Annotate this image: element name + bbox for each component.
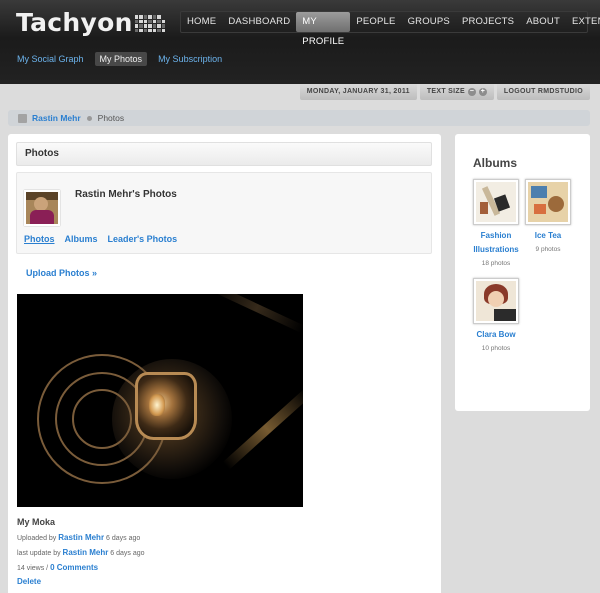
view-count: 14 views / xyxy=(17,565,49,572)
album-thumbnail[interactable] xyxy=(525,179,571,225)
album-photo-count: 9 photos xyxy=(535,246,561,253)
breadcrumb-current: Photos xyxy=(97,113,125,123)
logout-button[interactable]: LOGOUT RMDSTUDIO xyxy=(496,84,590,100)
photo-updated-meta: last update by Rastin Mehr 6 days ago xyxy=(17,548,145,557)
photo-title[interactable]: My Moka xyxy=(17,517,55,527)
uploaded-by-label: Uploaded by xyxy=(17,535,57,542)
tab-leaders-photos[interactable]: Leader's Photos xyxy=(108,234,178,244)
photo-tabs: Photos Albums Leader's Photos xyxy=(24,234,177,244)
profile-header: Rastin Mehr's Photos Photos Albums Leade… xyxy=(16,172,432,254)
brand-logo[interactable]: Tachyon xyxy=(16,8,166,37)
uploaded-when: 6 days ago xyxy=(106,535,141,542)
nav-groups[interactable]: GROUPS xyxy=(402,12,456,32)
date-display: MONDAY, JANUARY 31, 2011 xyxy=(299,84,417,100)
delete-button[interactable]: Delete xyxy=(17,577,41,586)
album-link[interactable]: Clara Bow xyxy=(470,328,522,342)
breadcrumb: Rastin Mehr Photos xyxy=(8,110,590,126)
album-photo-count: 10 photos xyxy=(481,345,511,352)
top-header: Tachyon HOME DASHBOARD MY PROFILE PEOPLE… xyxy=(0,0,600,84)
upload-photos-link[interactable]: Upload Photos » xyxy=(26,268,97,278)
tab-albums[interactable]: Albums xyxy=(65,234,98,244)
nav-people[interactable]: PEOPLE xyxy=(350,12,401,32)
text-decrease-button[interactable]: − xyxy=(467,88,476,96)
text-size-label: TEXT SIZE xyxy=(426,88,465,95)
album-thumbnail[interactable] xyxy=(473,278,519,324)
subnav-subscription[interactable]: My Subscription xyxy=(153,52,227,66)
albums-sidebar: Albums Fashion Illustrations 18 photos I… xyxy=(455,134,590,411)
albums-heading: Albums xyxy=(473,156,518,170)
photo-uploaded-meta: Uploaded by Rastin Mehr 6 days ago xyxy=(17,533,140,542)
nav-extend[interactable]: EXTEND xyxy=(566,12,600,32)
uploader-link[interactable]: Rastin Mehr xyxy=(58,533,104,542)
profile-photos-title: Rastin Mehr's Photos xyxy=(75,189,177,200)
updater-link[interactable]: Rastin Mehr xyxy=(63,548,109,557)
comments-link[interactable]: 0 Comments xyxy=(50,563,98,572)
nav-home[interactable]: HOME xyxy=(181,12,222,32)
update-label: last update by xyxy=(17,550,61,557)
subnav-social-graph[interactable]: My Social Graph xyxy=(12,52,89,66)
sub-nav: My Social Graph My Photos My Subscriptio… xyxy=(12,52,227,66)
album-thumbnail[interactable] xyxy=(473,179,519,225)
nav-projects[interactable]: PROJECTS xyxy=(456,12,520,32)
breadcrumb-parent[interactable]: Rastin Mehr xyxy=(32,113,81,123)
album-link[interactable]: Fashion Illustrations xyxy=(470,229,522,257)
breadcrumb-separator-icon xyxy=(86,115,92,121)
text-increase-button[interactable]: + xyxy=(478,88,487,96)
main-nav: HOME DASHBOARD MY PROFILE PEOPLE GROUPS … xyxy=(180,11,600,47)
avatar[interactable] xyxy=(24,190,60,226)
album-card: Ice Tea 9 photos xyxy=(522,179,574,253)
text-size-control: TEXT SIZE − + xyxy=(419,84,494,100)
photo-image[interactable] xyxy=(17,294,303,507)
album-card: Clara Bow 10 photos xyxy=(470,278,522,352)
nav-dashboard[interactable]: DASHBOARD xyxy=(222,12,296,32)
photo-stats-meta: 14 views / 0 Comments xyxy=(17,563,98,572)
section-title: Photos xyxy=(16,142,432,166)
album-card: Fashion Illustrations 18 photos xyxy=(470,179,522,267)
album-photo-count: 18 photos xyxy=(481,260,511,267)
logo-pixel-icon xyxy=(134,15,166,33)
tab-photos[interactable]: Photos xyxy=(24,234,55,244)
home-icon[interactable] xyxy=(18,113,27,123)
brand-name: Tachyon xyxy=(16,8,133,37)
updated-when: 6 days ago xyxy=(110,550,145,557)
nav-my-profile[interactable]: MY PROFILE xyxy=(296,12,351,47)
main-column: Photos Rastin Mehr's Photos Photos Album… xyxy=(8,134,441,593)
subnav-my-photos[interactable]: My Photos xyxy=(94,52,148,66)
nav-about[interactable]: ABOUT xyxy=(520,12,566,32)
utility-bar: MONDAY, JANUARY 31, 2011 TEXT SIZE − + L… xyxy=(299,84,590,100)
album-link[interactable]: Ice Tea xyxy=(522,229,574,243)
